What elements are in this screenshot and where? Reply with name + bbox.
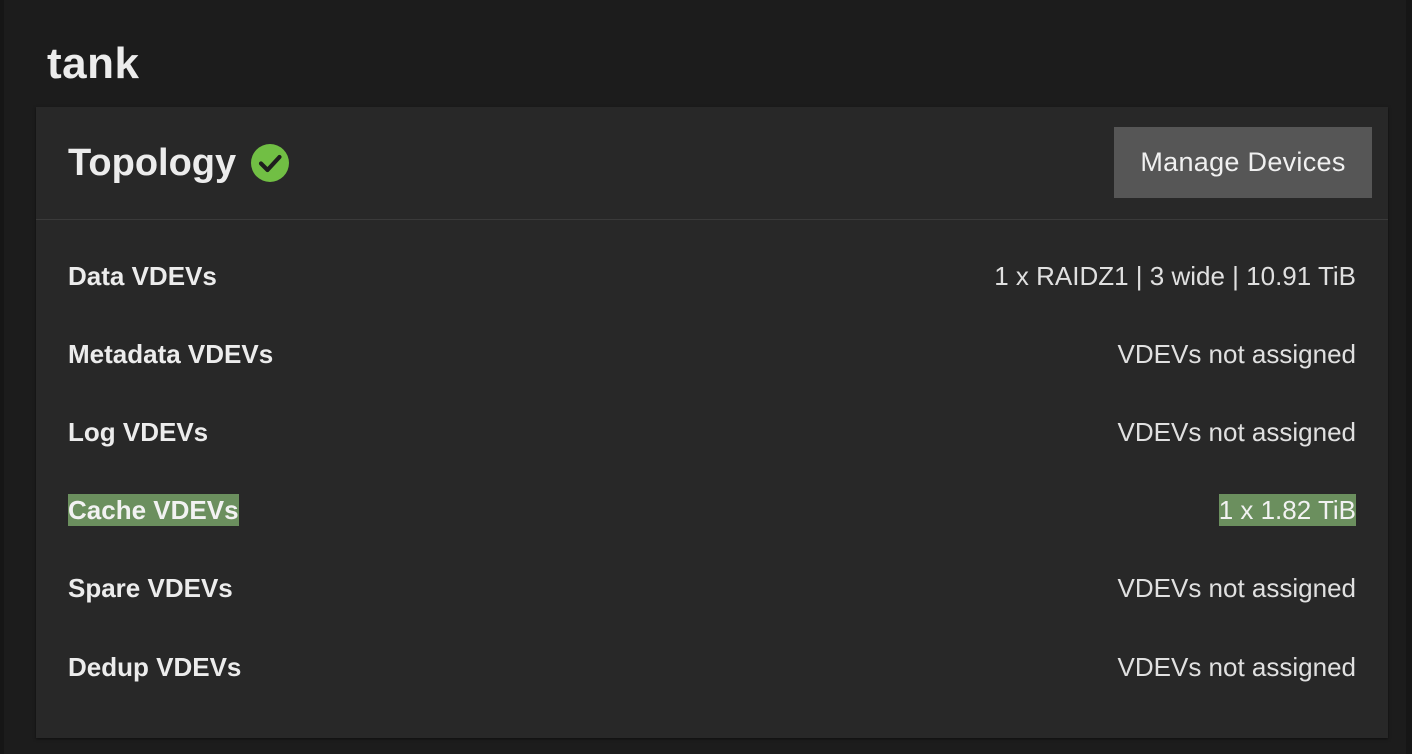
vdev-row-label: Spare VDEVs xyxy=(68,573,233,603)
vdev-row-cache: Cache VDEVs 1 x 1.82 TiB xyxy=(68,492,1356,528)
vdev-row-log: Log VDEVs VDEVs not assigned xyxy=(68,414,1356,450)
topology-title: Topology xyxy=(68,142,237,184)
check-circle-icon xyxy=(250,143,290,183)
vdev-row-label: Metadata VDEVs xyxy=(68,339,274,369)
page-edge-left xyxy=(0,0,4,754)
vdev-row-value: VDEVs not assigned xyxy=(1117,417,1356,447)
manage-devices-button[interactable]: Manage Devices xyxy=(1114,127,1372,198)
page-edge-right xyxy=(1406,0,1412,754)
vdev-row-value: VDEVs not assigned xyxy=(1117,652,1356,682)
topology-card: Topology Manage Devices Data VDEVs 1 x R… xyxy=(36,107,1388,738)
vdev-row-value: VDEVs not assigned xyxy=(1117,573,1356,603)
vdev-row-value: VDEVs not assigned xyxy=(1117,339,1356,369)
vdev-row-dedup: Dedup VDEVs VDEVs not assigned xyxy=(68,649,1356,685)
vdev-row-data: Data VDEVs 1 x RAIDZ1 | 3 wide | 10.91 T… xyxy=(68,258,1356,294)
vdev-row-spare: Spare VDEVs VDEVs not assigned xyxy=(68,570,1356,606)
topology-card-header: Topology Manage Devices xyxy=(36,107,1388,220)
vdev-row-label: Data VDEVs xyxy=(68,261,217,291)
vdev-row-value: 1 x RAIDZ1 | 3 wide | 10.91 TiB xyxy=(994,261,1356,291)
vdev-row-value-highlighted: 1 x 1.82 TiB xyxy=(1218,494,1356,526)
vdev-row-label: Log VDEVs xyxy=(68,417,209,447)
vdev-row-label: Dedup VDEVs xyxy=(68,652,242,682)
pool-title: tank xyxy=(47,39,140,88)
vdev-row-metadata: Metadata VDEVs VDEVs not assigned xyxy=(68,336,1356,372)
topology-title-group: Topology xyxy=(68,141,290,185)
vdev-row-label-highlighted: Cache VDEVs xyxy=(68,494,239,526)
